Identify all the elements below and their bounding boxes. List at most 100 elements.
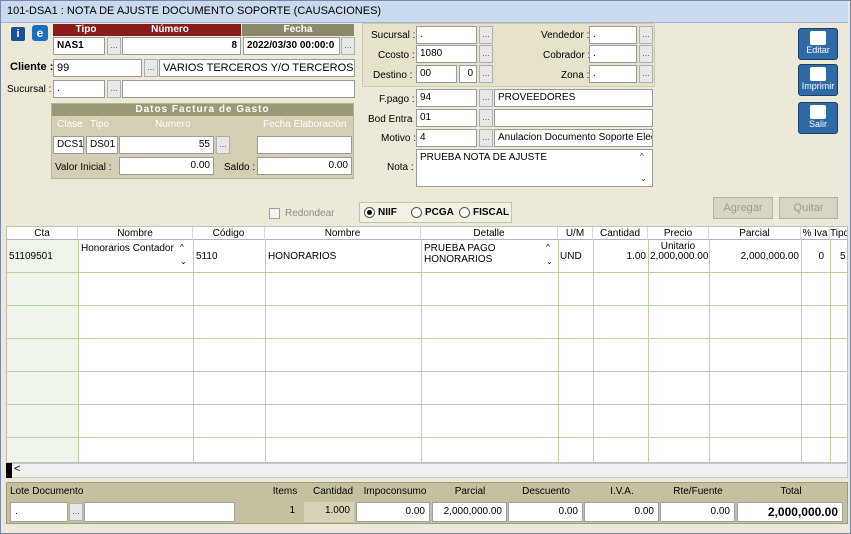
valor-inicial-field[interactable]: 0.00: [119, 157, 214, 175]
grid-divider: [265, 240, 266, 462]
vendedor-lookup-button[interactable]: ...: [639, 26, 653, 44]
cliente-code-field[interactable]: 99: [53, 59, 142, 77]
row1-precio[interactable]: 2,000,000.00: [650, 251, 708, 262]
cobrador-lookup-button[interactable]: ...: [639, 45, 653, 63]
scroll-left-icon[interactable]: <: [14, 463, 20, 475]
fecha-picker-button[interactable]: ...: [341, 37, 355, 55]
impoconsumo-value: 0.00: [356, 502, 430, 522]
row1-iva[interactable]: 0: [803, 251, 824, 262]
row1-parcial[interactable]: 2,000,000.00: [711, 251, 799, 262]
motivo-field[interactable]: 4: [416, 129, 477, 147]
grid-divider: [830, 240, 831, 462]
mid-sucursal-field[interactable]: .: [416, 26, 477, 44]
lote-desc-field[interactable]: [84, 502, 235, 522]
cliente-name-field[interactable]: VARIOS TERCEROS Y/O TERCEROS VARI: [159, 59, 355, 77]
nota-scroll-up-icon[interactable]: ^: [640, 152, 644, 161]
numero-doc-lookup-button[interactable]: ...: [216, 136, 230, 154]
tipo-doc-field[interactable]: DS01: [86, 136, 118, 154]
grid-row-line: [7, 371, 847, 372]
tipo-field[interactable]: NAS1: [53, 37, 105, 55]
tipo-lookup-button[interactable]: ...: [107, 37, 121, 55]
bodentra-desc-field[interactable]: [494, 109, 653, 127]
nota-field[interactable]: PRUEBA NOTA DE AJUSTE: [416, 149, 653, 187]
row1-cta[interactable]: 51109501: [9, 251, 53, 262]
niif-radio[interactable]: [364, 207, 375, 218]
row1-nombre2[interactable]: HONORARIOS: [268, 251, 336, 262]
row1-codigo[interactable]: 5110: [196, 251, 218, 262]
cobrador-field[interactable]: .: [589, 45, 637, 63]
destino-field[interactable]: 00: [416, 65, 457, 83]
grid-row-line: [7, 437, 847, 438]
redondear-checkbox[interactable]: [269, 208, 280, 219]
grid-divider: [593, 240, 594, 462]
bodentra-field[interactable]: 01: [416, 109, 477, 127]
sucursal-field[interactable]: .: [53, 80, 105, 98]
fecha-elab-field[interactable]: [257, 136, 352, 154]
col-iva[interactable]: % Iva: [801, 227, 830, 240]
mid-sucursal-lookup-button[interactable]: ...: [479, 26, 493, 44]
sucursal-lookup-button[interactable]: ...: [107, 80, 121, 98]
nota-scroll-down-icon[interactable]: ⌄: [640, 174, 647, 183]
col-nombre[interactable]: Nombre: [78, 227, 193, 240]
row1-detalle-line2[interactable]: HONORARIOS: [424, 254, 492, 265]
zona-field[interactable]: .: [589, 65, 637, 83]
fpago-field[interactable]: 94: [416, 89, 477, 107]
ccosto-field[interactable]: 1080: [416, 45, 477, 63]
col-codigo[interactable]: Código: [193, 227, 265, 240]
row1-detalle-line1[interactable]: PRUEBA PAGO: [424, 243, 496, 254]
quitar-button[interactable]: Quitar: [779, 197, 838, 219]
row1-um[interactable]: UND: [560, 251, 582, 262]
sucursal-desc-field[interactable]: [122, 80, 355, 98]
lote-lookup-button[interactable]: ...: [69, 503, 83, 521]
zona-lookup-button[interactable]: ...: [639, 65, 653, 83]
clase-field[interactable]: DCS1: [53, 136, 84, 154]
fpago-desc-field[interactable]: PROVEEDORES: [494, 89, 653, 107]
motivo-desc-field[interactable]: Anulacion Documento Soporte Electro: [494, 129, 653, 147]
vendedor-field[interactable]: .: [589, 26, 637, 44]
salir-button[interactable]: Salir: [798, 102, 838, 134]
saldo-field[interactable]: 0.00: [257, 157, 352, 175]
col-cta[interactable]: Cta: [7, 227, 78, 240]
editar-button[interactable]: Editar: [798, 28, 838, 60]
col-precio[interactable]: Precio Unitario: [648, 227, 709, 252]
cliente-lookup-button[interactable]: ...: [144, 59, 158, 77]
destino-lookup-button[interactable]: ...: [479, 65, 493, 83]
fecha-field[interactable]: 2022/03/30 00:00:0: [243, 37, 340, 55]
imprimir-button[interactable]: Imprimir: [798, 64, 838, 96]
edit-icon: [810, 31, 826, 45]
detalle-scroll-up-icon[interactable]: ^: [546, 243, 550, 252]
pcga-radio[interactable]: [411, 207, 422, 218]
numero-header: Número: [99, 24, 241, 36]
detalle-scroll-down-icon[interactable]: ⌄: [546, 257, 553, 266]
destino2-field[interactable]: 0: [459, 65, 477, 83]
agregar-button[interactable]: Agregar: [713, 197, 773, 219]
nombre-scroll-down-icon[interactable]: ⌄: [180, 257, 187, 266]
numero-doc-field[interactable]: 55: [119, 136, 214, 154]
row1-tipo[interactable]: 5: [840, 251, 846, 262]
info-icon[interactable]: i: [11, 27, 25, 41]
horizontal-scrollbar[interactable]: [6, 463, 848, 478]
factura-gasto-title: Datos Factura de Gasto: [52, 104, 353, 116]
fiscal-radio[interactable]: [459, 207, 470, 218]
numero-field[interactable]: 8: [122, 37, 241, 55]
col-parcial[interactable]: Parcial: [709, 227, 801, 240]
ccosto-lookup-button[interactable]: ...: [479, 45, 493, 63]
row1-cantidad[interactable]: 1.00: [595, 251, 646, 262]
nombre-scroll-up-icon[interactable]: ^: [180, 243, 184, 252]
col-detalle[interactable]: Detalle: [421, 227, 558, 240]
col-um[interactable]: U/M: [558, 227, 593, 240]
lote-field[interactable]: .: [10, 502, 68, 522]
motivo-lookup-button[interactable]: ...: [479, 129, 493, 147]
e-icon[interactable]: e: [32, 25, 48, 41]
col-tipo[interactable]: Tipo: [830, 227, 847, 240]
col-nombre2[interactable]: Nombre: [265, 227, 421, 240]
detail-grid[interactable]: Cta Nombre Código Nombre Detalle U/M Can…: [6, 226, 848, 463]
motivo-label: Motivo :: [381, 133, 417, 144]
fpago-lookup-button[interactable]: ...: [479, 89, 493, 107]
bodentra-lookup-button[interactable]: ...: [479, 109, 493, 127]
scroll-left-button[interactable]: [6, 463, 12, 478]
cantidad-label: Cantidad: [313, 486, 354, 497]
row1-nombre[interactable]: Honorarios Contador: [81, 243, 181, 254]
nota-label: Nota :: [387, 162, 414, 173]
col-cantidad[interactable]: Cantidad: [593, 227, 648, 240]
